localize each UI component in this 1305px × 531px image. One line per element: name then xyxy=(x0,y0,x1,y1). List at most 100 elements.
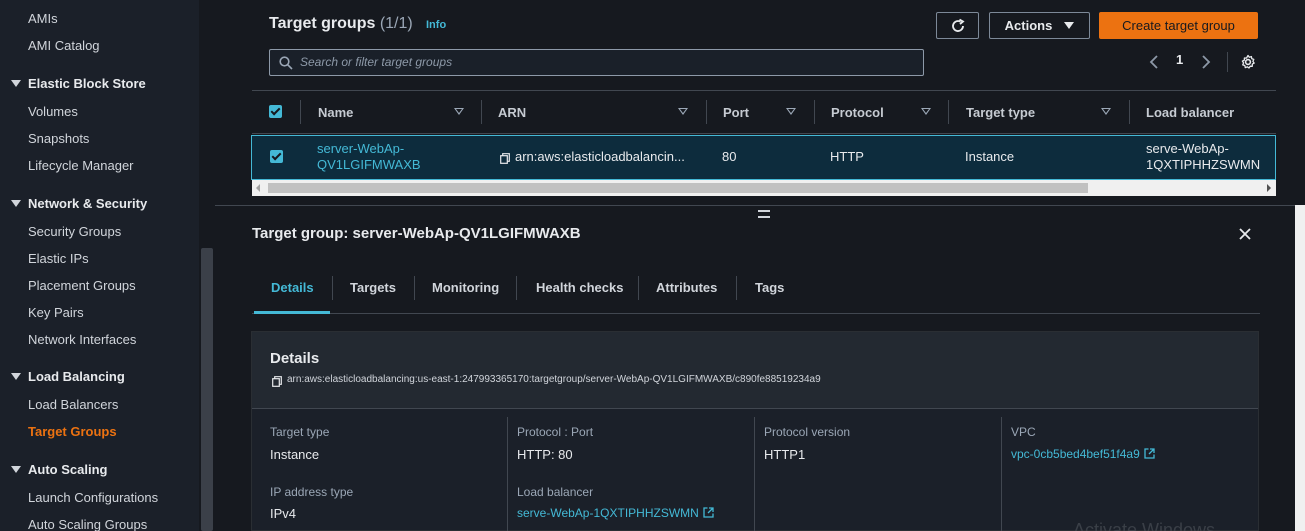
table-row[interactable]: server-WebAp- QV1LGIFMWAXB arn:aws:elast… xyxy=(251,135,1276,180)
column-header-port[interactable]: Port xyxy=(723,105,749,120)
detail-title: Target group: server-WebAp-QV1LGIFMWAXB xyxy=(252,225,581,242)
select-all-checkbox[interactable] xyxy=(269,105,282,118)
info-link[interactable]: Info xyxy=(426,19,446,31)
details-card-header: Details arn:aws:elasticloadbalancing:us-… xyxy=(252,332,1258,409)
sidebar-section-label: Auto Scaling xyxy=(28,462,108,477)
refresh-button[interactable] xyxy=(936,12,979,39)
scroll-left-arrow-icon[interactable] xyxy=(256,184,260,192)
page-number[interactable]: 1 xyxy=(1176,52,1183,67)
detail-tabs: Details Targets Monitoring Health checks… xyxy=(252,270,1260,314)
protocol-port-label: Protocol : Port xyxy=(517,425,594,439)
name-line: QV1LGIFMWAXB xyxy=(317,157,421,172)
tab-divider xyxy=(332,276,333,300)
sidebar-scrollbar-thumb[interactable] xyxy=(201,248,213,531)
sidebar-section-elastic-block-store[interactable]: Elastic Block Store xyxy=(11,76,146,91)
gear-icon[interactable] xyxy=(1240,54,1256,70)
lb-line: 1QXTIPHHZSWMN xyxy=(1146,157,1261,172)
details-card: Details arn:aws:elasticloadbalancing:us-… xyxy=(251,331,1259,531)
load-balancer-cell: serve-WebAp- 1QXTIPHHZSWMN xyxy=(1146,141,1260,173)
sidebar-item-lifecycle-manager[interactable]: Lifecycle Manager xyxy=(28,158,134,173)
pager-divider xyxy=(1227,52,1228,72)
sidebar-item-network-interfaces[interactable]: Network Interfaces xyxy=(28,332,136,347)
protocol-port-value: HTTP: 80 xyxy=(517,447,573,462)
load-balancer-label: Load balancer xyxy=(517,485,594,499)
sort-icon[interactable] xyxy=(786,108,796,115)
load-balancer-link[interactable]: serve-WebAp-1QXTIPHHZSWMN xyxy=(517,506,714,520)
target-type-cell: Instance xyxy=(965,149,1015,164)
column-divider xyxy=(481,100,482,124)
copy-icon[interactable] xyxy=(272,376,282,387)
sort-icon[interactable] xyxy=(1101,108,1111,115)
tab-attributes[interactable]: Attributes xyxy=(656,280,717,295)
caret-down-icon xyxy=(11,373,21,380)
tab-targets[interactable]: Targets xyxy=(350,280,396,295)
load-balancer-value: serve-WebAp-1QXTIPHHZSWMN xyxy=(517,506,699,520)
tab-monitoring[interactable]: Monitoring xyxy=(432,280,499,295)
table-header: Name ARN Port Protocol Target type Load … xyxy=(252,90,1276,134)
sidebar-item-amis[interactable]: AMIs xyxy=(28,11,58,26)
sidebar-section-load-balancing[interactable]: Load Balancing xyxy=(11,369,125,384)
column-divider xyxy=(948,100,949,124)
actions-label: Actions xyxy=(1004,18,1053,33)
chevron-left-icon[interactable] xyxy=(1148,54,1160,70)
table-horizontal-scrollbar[interactable] xyxy=(252,180,1276,196)
scrollbar-thumb[interactable] xyxy=(268,183,1088,193)
ip-address-type-label: IP address type xyxy=(270,485,354,499)
sidebar-item-elastic-ips[interactable]: Elastic IPs xyxy=(28,251,89,266)
sidebar-item-placement-groups[interactable]: Placement Groups xyxy=(28,278,136,293)
protocol-version-value: HTTP1 xyxy=(764,447,806,462)
sidebar-section-label: Load Balancing xyxy=(28,369,125,384)
tab-health-checks[interactable]: Health checks xyxy=(536,280,623,295)
column-header-protocol[interactable]: Protocol xyxy=(831,105,884,120)
sidebar-section-network-security[interactable]: Network & Security xyxy=(11,196,147,211)
target-group-name-link[interactable]: server-WebAp- QV1LGIFMWAXB xyxy=(317,141,421,173)
sidebar-item-launch-configurations[interactable]: Launch Configurations xyxy=(28,490,158,505)
vpc-label: VPC xyxy=(1011,425,1036,439)
column-header-load-balancer[interactable]: Load balancer xyxy=(1146,105,1234,120)
vpc-link[interactable]: vpc-0cb5bed4bef51f4a9 xyxy=(1011,447,1155,461)
sidebar-item-security-groups[interactable]: Security Groups xyxy=(28,224,121,239)
sidebar-item-volumes[interactable]: Volumes xyxy=(28,104,78,119)
tab-divider xyxy=(414,276,415,300)
tab-divider xyxy=(516,276,517,300)
column-divider xyxy=(300,100,301,124)
sidebar-item-snapshots[interactable]: Snapshots xyxy=(28,131,89,146)
external-link-icon xyxy=(703,507,714,518)
column-header-arn[interactable]: ARN xyxy=(498,105,526,120)
sidebar-item-load-balancers[interactable]: Load Balancers xyxy=(28,397,118,412)
page-scrollbar[interactable] xyxy=(1295,205,1305,531)
sidebar-item-target-groups[interactable]: Target Groups xyxy=(28,424,117,439)
sidebar-item-auto-scaling-groups[interactable]: Auto Scaling Groups xyxy=(28,517,147,531)
sidebar-section-label: Network & Security xyxy=(28,196,148,211)
sidebar-section-label: Elastic Block Store xyxy=(28,76,146,91)
protocol-version-label: Protocol version xyxy=(764,425,851,439)
selection-count: (1/1) xyxy=(379,15,413,32)
scroll-right-arrow-icon[interactable] xyxy=(1267,184,1271,192)
refresh-icon xyxy=(951,18,965,32)
column-divider xyxy=(1129,100,1130,124)
column-header-target-type[interactable]: Target type xyxy=(966,105,1035,120)
sidebar-item-key-pairs[interactable]: Key Pairs xyxy=(28,305,84,320)
sidebar: AMIs AMI Catalog Elastic Block Store Vol… xyxy=(0,0,199,531)
sort-icon[interactable] xyxy=(454,108,464,115)
copy-icon[interactable] xyxy=(500,153,510,164)
vpc-value: vpc-0cb5bed4bef51f4a9 xyxy=(1011,447,1140,461)
column-divider xyxy=(706,100,707,124)
sort-icon[interactable] xyxy=(921,108,931,115)
row-checkbox[interactable] xyxy=(270,150,283,163)
close-icon[interactable] xyxy=(1238,227,1252,241)
protocol-cell: HTTP xyxy=(830,149,864,164)
sidebar-item-ami-catalog[interactable]: AMI Catalog xyxy=(28,38,100,53)
chevron-right-icon[interactable] xyxy=(1200,54,1212,70)
tab-details[interactable]: Details xyxy=(271,280,314,295)
sidebar-section-auto-scaling[interactable]: Auto Scaling xyxy=(11,462,107,477)
sort-icon[interactable] xyxy=(678,108,688,115)
column-header-name[interactable]: Name xyxy=(318,105,353,120)
search-field[interactable]: Search or filter target groups xyxy=(269,49,924,76)
split-drag-handle-icon[interactable] xyxy=(758,210,770,218)
search-placeholder: Search or filter target groups xyxy=(300,55,453,69)
create-target-group-button[interactable]: Create target group xyxy=(1099,12,1258,39)
actions-button[interactable]: Actions xyxy=(989,12,1090,39)
column-divider xyxy=(507,417,508,531)
tab-tags[interactable]: Tags xyxy=(755,280,784,295)
